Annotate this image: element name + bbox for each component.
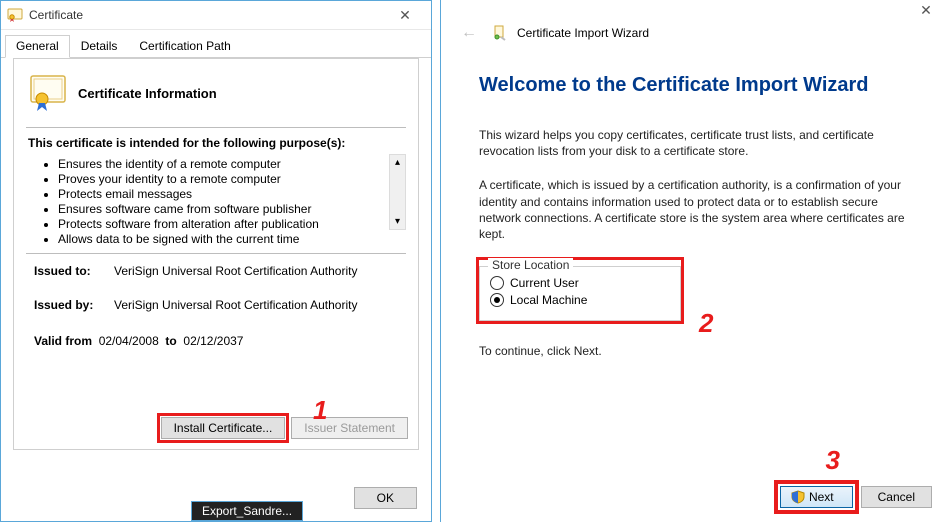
install-certificate-button[interactable]: Install Certificate... xyxy=(161,417,286,439)
ok-button[interactable]: OK xyxy=(354,487,417,509)
back-arrow-icon: ← xyxy=(457,22,481,44)
certificate-icon xyxy=(7,7,23,23)
valid-to-label: to xyxy=(165,334,176,348)
certificate-information-title: Certificate Information xyxy=(78,86,217,101)
purpose-item: Protects software from alteration after … xyxy=(58,217,383,231)
intended-purposes-label: This certificate is intended for the fol… xyxy=(28,136,406,150)
issued-by-label: Issued by: xyxy=(34,298,114,312)
titlebar: Certificate ✕ xyxy=(1,1,431,30)
certificate-dialog: Certificate ✕ General Details Certificat… xyxy=(0,0,432,522)
purpose-scrollbar[interactable]: ▴ ▾ xyxy=(389,154,406,230)
issued-by-value: VeriSign Universal Root Certification Au… xyxy=(114,298,357,312)
scroll-down-icon[interactable]: ▾ xyxy=(390,214,405,229)
tab-certification-path[interactable]: Certification Path xyxy=(128,35,241,58)
valid-from-value: 02/04/2008 xyxy=(99,334,159,348)
annotation-2: 2 xyxy=(699,308,713,339)
certificate-large-icon xyxy=(28,73,68,113)
annotation-1: 1 xyxy=(313,395,327,426)
store-location-group: Store Location Current User Local Machin… xyxy=(479,266,681,321)
purpose-item: Allows data to be signed with the curren… xyxy=(58,232,383,246)
separator xyxy=(26,253,406,254)
close-button[interactable]: ✕ xyxy=(906,2,946,19)
continue-text: To continue, click Next. xyxy=(479,343,920,359)
issued-to-value: VeriSign Universal Root Certification Au… xyxy=(114,264,357,278)
taskbar-item[interactable]: Export_Sandre... xyxy=(191,501,303,521)
radio-local-machine[interactable]: Local Machine xyxy=(490,293,670,307)
tab-panel-general: Certificate Information This certificate… xyxy=(13,58,419,450)
wizard-heading: Welcome to the Certificate Import Wizard xyxy=(479,74,920,97)
issuer-statement-button: Issuer Statement xyxy=(291,417,408,439)
purpose-item: Proves your identity to a remote compute… xyxy=(58,172,383,186)
annotation-3: 3 xyxy=(826,445,840,476)
valid-from-label: Valid from xyxy=(34,334,92,348)
window-title: Certificate xyxy=(29,8,83,22)
purpose-item: Protects email messages xyxy=(58,187,383,201)
wizard-title: Certificate Import Wizard xyxy=(517,26,649,40)
purpose-item: Ensures software came from software publ… xyxy=(58,202,383,216)
certificate-import-wizard: ✕ ← Certificate Import Wizard Welcome to… xyxy=(440,0,950,522)
issued-to-label: Issued to: xyxy=(34,264,114,278)
next-button[interactable]: Next xyxy=(780,486,853,508)
radio-current-user-label: Current User xyxy=(510,276,579,290)
radio-current-user[interactable]: Current User xyxy=(490,276,670,290)
wizard-paragraph-2: A certificate, which is issued by a cert… xyxy=(479,177,920,242)
radio-icon xyxy=(490,276,504,290)
wizard-icon xyxy=(491,25,507,41)
wizard-paragraph-1: This wizard helps you copy certificates,… xyxy=(479,127,920,159)
radio-selected-icon xyxy=(490,293,504,307)
separator xyxy=(26,127,406,128)
close-button[interactable]: ✕ xyxy=(385,7,425,24)
purpose-list: Ensures the identity of a remote compute… xyxy=(44,156,383,247)
purpose-item: Ensures the identity of a remote compute… xyxy=(58,157,383,171)
radio-local-machine-label: Local Machine xyxy=(510,293,587,307)
store-location-label: Store Location xyxy=(488,258,573,272)
valid-to-value: 02/12/2037 xyxy=(183,334,243,348)
cancel-button[interactable]: Cancel xyxy=(861,486,932,508)
scroll-up-icon[interactable]: ▴ xyxy=(390,155,405,170)
tab-strip: General Details Certification Path xyxy=(1,30,431,58)
valid-from-line: Valid from 02/04/2008 to 02/12/2037 xyxy=(34,334,406,348)
shield-icon xyxy=(791,490,805,504)
tab-details[interactable]: Details xyxy=(70,35,129,58)
next-button-label: Next xyxy=(809,490,834,504)
tab-general[interactable]: General xyxy=(5,35,70,58)
